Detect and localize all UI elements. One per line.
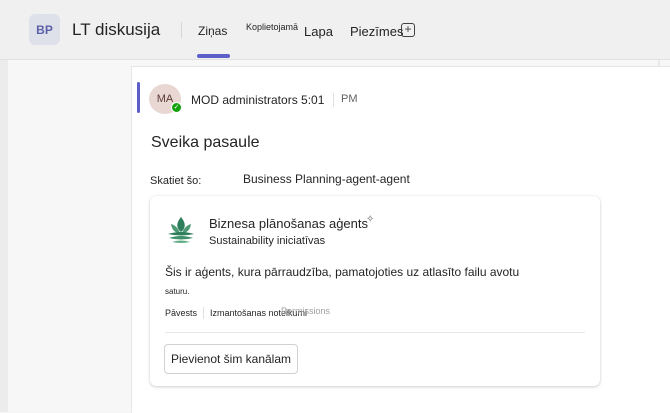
team-avatar[interactable]: BP (29, 14, 60, 45)
presence-available-icon: ✓ (171, 102, 182, 113)
leaf-emblem-icon (166, 215, 196, 245)
agent-reference-link[interactable]: Business Planning-agent-agent (243, 172, 410, 186)
agent-description-continued: saturu. (165, 287, 190, 296)
message-text: Sveika pasaule (151, 134, 260, 151)
tab-posts[interactable]: Ziņas (198, 24, 227, 38)
channel-title: LT diskusija (72, 20, 161, 39)
time-divider (333, 93, 334, 107)
permissions-link[interactable]: Permissions (281, 306, 330, 316)
agent-name: Biznesa plānošanas aģents (209, 216, 369, 231)
card-divider (165, 332, 585, 333)
left-rail (0, 60, 8, 412)
see-this-label: Skatiet šo: (150, 175, 202, 187)
add-to-channel-button[interactable]: Pievienot šim kanālam (164, 344, 298, 374)
tab-notes[interactable]: Piezīmes (350, 24, 403, 39)
tab-page[interactable]: Lapa (304, 24, 333, 39)
sparkle-icon: ✧ (366, 214, 375, 225)
message-accent-bar (137, 82, 140, 113)
agent-meta-link-1[interactable]: Pāvests (165, 308, 197, 318)
message-time-suffix: PM (341, 93, 358, 105)
header-divider (181, 22, 182, 38)
agent-description: Šis ir aģents, kura pārraudzība, pamatoj… (165, 265, 520, 279)
active-tab-indicator (197, 54, 230, 58)
agent-subtitle: Sustainability iniciatīvas (209, 235, 326, 247)
add-tab-icon[interactable]: + (401, 23, 415, 37)
message-author-time: MOD administrators 5:01 (191, 93, 325, 107)
meta-divider (203, 307, 204, 319)
tab-shared-label[interactable]: Koplietojamā (246, 22, 298, 32)
